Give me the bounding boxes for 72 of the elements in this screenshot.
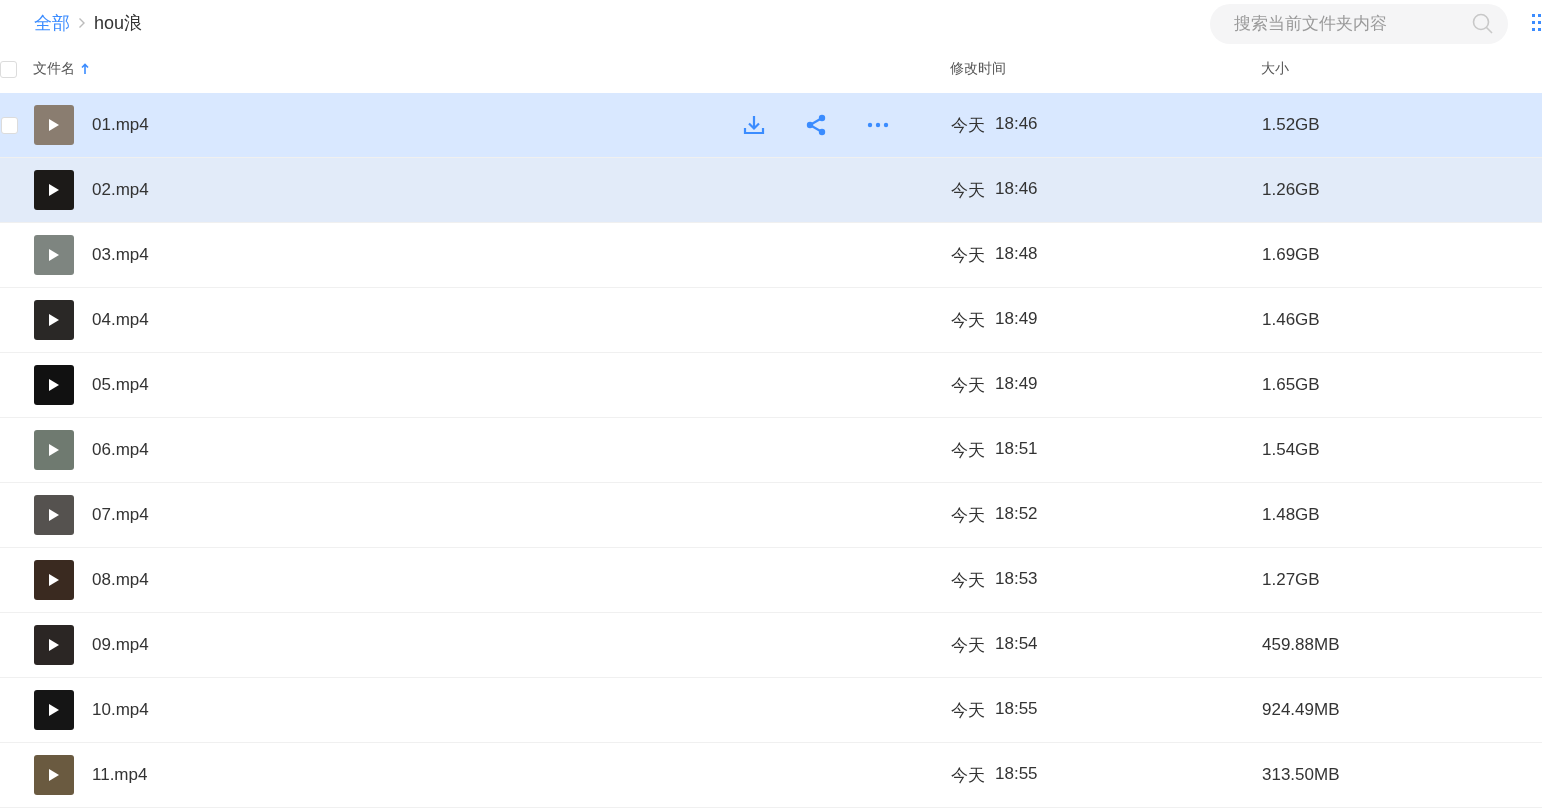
video-thumbnail[interactable] [34, 365, 74, 405]
modified-date: 今天 [951, 699, 985, 722]
file-size: 1.46GB [1262, 310, 1320, 329]
file-size: 1.65GB [1262, 375, 1320, 394]
modified-date: 今天 [951, 179, 985, 202]
search-field[interactable]: 搜索当前文件夹内容 [1210, 3, 1508, 44]
modified-date: 今天 [951, 764, 985, 787]
modified-time: 18:49 [995, 373, 1038, 395]
modified-date: 今天 [951, 244, 985, 267]
column-header[interactable]: 大小 [1261, 60, 1289, 78]
video-thumbnail[interactable] [34, 170, 74, 210]
column-header[interactable]: 修改时间 [950, 60, 1006, 78]
search-input[interactable]: 搜索当前文件夹内容 [1232, 12, 1472, 35]
video-thumbnail[interactable] [34, 430, 74, 470]
file-size: 313.50MB [1262, 765, 1340, 784]
file-size: 1.54GB [1262, 440, 1320, 459]
column-header[interactable]: 文件名 [33, 60, 89, 78]
more-icon[interactable] [867, 122, 889, 128]
select-all-checkbox[interactable] [0, 60, 17, 78]
breadcrumb-current: hou浪 [94, 11, 143, 35]
modified-time: 18:48 [995, 243, 1038, 265]
modified-date: 今天 [951, 504, 985, 527]
video-thumbnail[interactable] [34, 105, 74, 145]
modified-time: 18:46 [995, 178, 1038, 200]
video-thumbnail[interactable] [34, 625, 74, 665]
modified-date: 今天 [951, 374, 985, 397]
file-name[interactable]: 05.mp4 [92, 375, 149, 395]
row-checkbox[interactable] [1, 116, 18, 134]
modified-time: 18:55 [995, 698, 1038, 720]
file-size: 459.88MB [1262, 635, 1340, 654]
modified-date: 今天 [951, 439, 985, 462]
file-name[interactable]: 02.mp4 [92, 180, 149, 200]
modified-time: 18:53 [995, 568, 1038, 590]
file-size: 1.27GB [1262, 570, 1320, 589]
file-row[interactable]: 02.mp4 今天 18:46 1.26GB [0, 158, 1542, 223]
file-name[interactable]: 10.mp4 [92, 700, 149, 720]
share-icon[interactable] [805, 114, 827, 136]
file-row[interactable]: 01.mp4 今天 18:46 1.52GB [0, 93, 1542, 158]
file-size: 1.52GB [1262, 115, 1320, 134]
modified-time: 18:46 [995, 113, 1038, 135]
file-name[interactable]: 09.mp4 [92, 635, 149, 655]
modified-date: 今天 [951, 309, 985, 332]
search-icon [1472, 12, 1494, 35]
video-thumbnail[interactable] [34, 690, 74, 730]
modified-time: 18:55 [995, 763, 1038, 785]
video-thumbnail[interactable] [34, 560, 74, 600]
modified-date: 今天 [951, 114, 985, 137]
video-thumbnail[interactable] [34, 755, 74, 795]
grid-view-icon[interactable] [1532, 11, 1542, 34]
video-thumbnail[interactable] [34, 300, 74, 340]
sort-arrow-icon [81, 63, 89, 75]
file-size: 1.26GB [1262, 180, 1320, 199]
modified-time: 18:54 [995, 633, 1038, 655]
modified-time: 18:51 [995, 438, 1038, 460]
file-name[interactable]: 08.mp4 [92, 570, 149, 590]
file-name[interactable]: 07.mp4 [92, 505, 149, 525]
modified-time: 18:49 [995, 308, 1038, 330]
modified-time: 18:52 [995, 503, 1038, 525]
file-size: 1.69GB [1262, 245, 1320, 264]
video-thumbnail[interactable] [34, 495, 74, 535]
file-name[interactable]: 03.mp4 [92, 245, 149, 265]
video-thumbnail[interactable] [34, 235, 74, 275]
chevron-icon [78, 16, 86, 29]
file-name[interactable]: 06.mp4 [92, 440, 149, 460]
file-name[interactable]: 01.mp4 [92, 115, 149, 135]
file-size: 1.48GB [1262, 505, 1320, 524]
file-name[interactable]: 04.mp4 [92, 310, 149, 330]
download-icon[interactable] [743, 114, 765, 136]
file-size: 924.49MB [1262, 700, 1340, 719]
modified-date: 今天 [951, 569, 985, 592]
modified-date: 今天 [951, 634, 985, 657]
file-name[interactable]: 11.mp4 [92, 765, 148, 785]
